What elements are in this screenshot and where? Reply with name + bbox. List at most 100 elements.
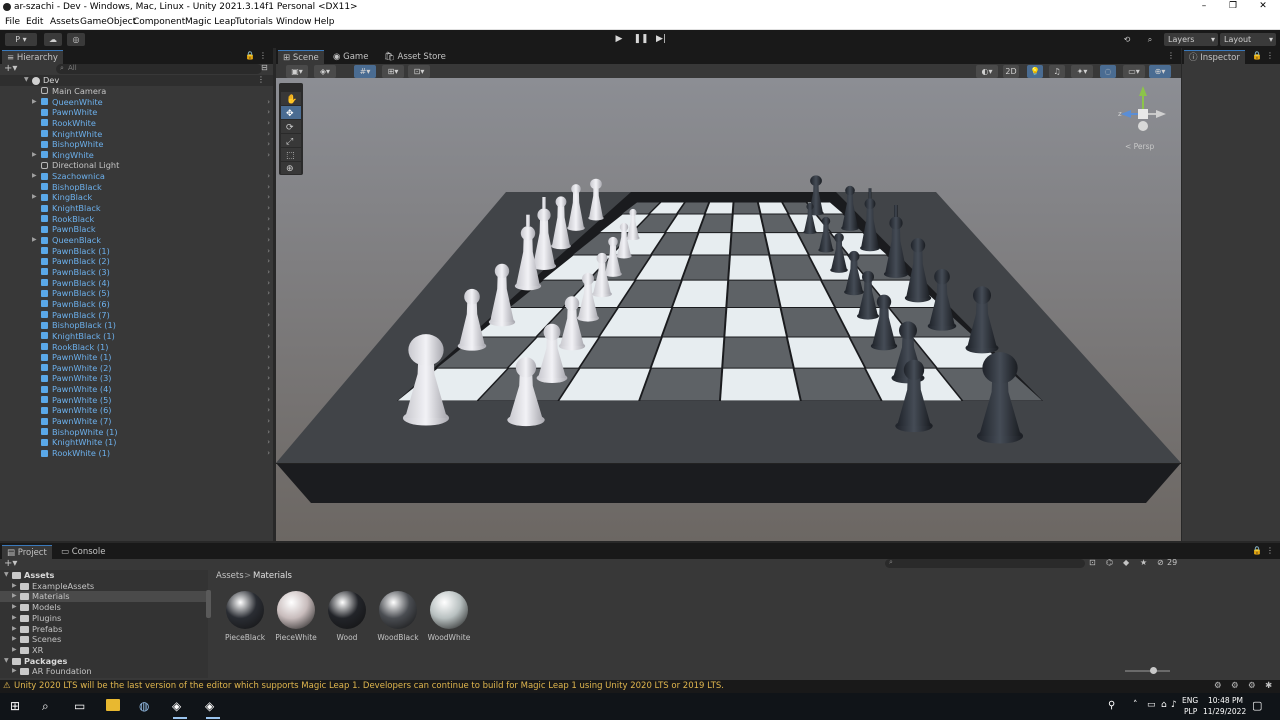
project-root-folder[interactable]: ▼ Assets [0, 570, 206, 581]
gizmos-dropdown[interactable]: ⊕▾ [1149, 65, 1171, 78]
open-prefab-icon[interactable]: › [267, 278, 270, 289]
volume-icon[interactable]: ♪ [1171, 700, 1177, 710]
open-prefab-icon[interactable]: › [267, 342, 270, 353]
filter-icon[interactable]: ⊟ [261, 63, 268, 72]
hierarchy-item[interactable]: Main Camera [0, 86, 273, 97]
hierarchy-item[interactable]: PawnBlack (7) › [0, 310, 273, 321]
expand-arrow-icon[interactable]: ▶ [12, 666, 17, 677]
hierarchy-item[interactable]: PawnWhite (2) › [0, 363, 273, 374]
minimize-button[interactable]: – [1194, 1, 1214, 14]
tab-scene[interactable]: ⊞ Scene [278, 50, 324, 65]
open-prefab-icon[interactable]: › [267, 373, 270, 384]
clock-date[interactable]: 11/29/2022 [1203, 707, 1246, 716]
locale-code[interactable]: PLP [1184, 707, 1197, 716]
tree-scrollbar[interactable] [206, 590, 211, 618]
hierarchy-item[interactable]: PawnBlack (5) › [0, 288, 273, 299]
expand-arrow-icon[interactable]: ▶ [12, 645, 17, 656]
hierarchy-item[interactable]: KnightBlack › [0, 203, 273, 214]
hierarchy-item[interactable]: RookWhite › [0, 118, 273, 129]
hierarchy-item[interactable]: PawnBlack (1) › [0, 246, 273, 257]
cache-icon[interactable]: ⚙ [1248, 680, 1256, 693]
step-icon[interactable]: ▶| [652, 33, 670, 46]
open-prefab-icon[interactable]: › [267, 118, 270, 129]
open-prefab-icon[interactable]: › [267, 384, 270, 395]
expand-arrow-icon[interactable]: ▶ [12, 634, 17, 645]
audio-toggle[interactable]: ♫ [1049, 65, 1065, 78]
expand-arrow-icon[interactable]: ▶ [32, 97, 40, 108]
more-options-icon[interactable]: ⋮ [1266, 546, 1274, 555]
expand-arrow-icon[interactable]: ▶ [12, 581, 17, 592]
expand-arrow-icon[interactable]: ▶ [32, 235, 40, 246]
tab-asset-store[interactable]: 🛍 Asset Store [379, 50, 451, 64]
hierarchy-item[interactable]: PawnBlack (3) › [0, 267, 273, 278]
open-prefab-icon[interactable]: › [267, 320, 270, 331]
open-prefab-icon[interactable]: › [267, 416, 270, 427]
scene-viewport[interactable]: z < Persp ✋ ✥ ⟳ ⤢ ⬚ ⊕ [276, 78, 1181, 541]
open-prefab-icon[interactable]: › [267, 352, 270, 363]
menu-component[interactable]: Component [133, 17, 185, 27]
open-prefab-icon[interactable]: › [267, 203, 270, 214]
open-prefab-icon[interactable]: › [267, 150, 270, 161]
hierarchy-item[interactable]: PawnBlack (6) › [0, 299, 273, 310]
menu-edit[interactable]: Edit [26, 17, 43, 27]
material-asset[interactable]: WoodBlack [376, 591, 420, 642]
hierarchy-item[interactable]: RookWhite (1) › [0, 448, 273, 459]
expand-arrow-icon[interactable]: ▼ [24, 75, 29, 86]
expand-arrow-icon[interactable]: ▶ [12, 591, 17, 602]
project-folder[interactable]: ▶ XR [0, 645, 206, 656]
hierarchy-item[interactable]: ▶ QueenBlack › [0, 235, 273, 246]
open-prefab-icon[interactable]: › [267, 224, 270, 235]
hierarchy-item[interactable]: BishopBlack (1) › [0, 320, 273, 331]
open-prefab-icon[interactable]: › [267, 437, 270, 448]
hierarchy-item[interactable]: PawnWhite (4) › [0, 384, 273, 395]
start-icon[interactable]: ⊞ [10, 699, 20, 713]
lighting-toggle[interactable]: 💡 [1027, 65, 1043, 78]
steam-icon[interactable]: ◍ [139, 699, 149, 713]
expand-arrow-icon[interactable]: ▶ [12, 602, 17, 613]
scene-root-row[interactable]: ▼ Dev ⋮ [0, 75, 273, 86]
more-options-icon[interactable]: ⋮ [259, 51, 267, 60]
hierarchy-search-input[interactable]: ⌕ All [56, 64, 262, 74]
lock-icon[interactable]: 🔒 [245, 51, 255, 60]
file-explorer-icon[interactable] [106, 699, 120, 711]
pause-icon[interactable]: ❚❚ [632, 33, 650, 46]
open-prefab-icon[interactable]: › [267, 171, 270, 182]
open-prefab-icon[interactable]: › [267, 427, 270, 438]
open-prefab-icon[interactable]: › [267, 331, 270, 342]
account-dropdown[interactable]: P ▾ [5, 33, 37, 46]
open-prefab-icon[interactable]: › [267, 107, 270, 118]
project-folder[interactable]: ▶ Plugins [0, 613, 206, 624]
auto-generate-lighting-icon[interactable]: ⚙ [1214, 680, 1222, 693]
play-icon[interactable]: ▶ [610, 33, 628, 46]
expand-arrow-icon[interactable]: ▶ [32, 150, 40, 161]
open-prefab-icon[interactable]: › [267, 405, 270, 416]
search-icon[interactable]: ⌕ [1142, 33, 1158, 46]
open-prefab-icon[interactable]: › [267, 246, 270, 257]
collapse-arrow-icon[interactable]: ▼ [4, 570, 9, 581]
menu-assets[interactable]: Assets [50, 17, 79, 27]
project-root-folder[interactable]: ▼ Packages [0, 656, 206, 667]
layout-dropdown[interactable]: Layout ▾ [1220, 33, 1276, 46]
hierarchy-item[interactable]: ▶ KingWhite › [0, 150, 273, 161]
hierarchy-item[interactable]: ▶ QueenWhite › [0, 97, 273, 108]
close-window-button[interactable]: ✕ [1253, 1, 1273, 14]
collapse-arrow-icon[interactable]: ▼ [4, 656, 9, 667]
hierarchy-item[interactable]: KnightBlack (1) › [0, 331, 273, 342]
expand-arrow-icon[interactable]: ▶ [32, 192, 40, 203]
lock-icon[interactable]: 🔒 [1252, 546, 1262, 555]
expand-arrow-icon[interactable]: ▶ [12, 613, 17, 624]
hierarchy-item[interactable]: PawnWhite (7) › [0, 416, 273, 427]
search-icon[interactable]: ⌕ [42, 699, 49, 714]
project-folder[interactable]: ▶ AR Foundation [0, 666, 206, 677]
tab-game[interactable]: ◉ Game [328, 50, 373, 64]
material-asset[interactable]: Wood [325, 591, 369, 642]
project-folder[interactable]: ▶ Scenes [0, 634, 206, 645]
material-asset[interactable]: PieceBlack [223, 591, 267, 642]
open-prefab-icon[interactable]: › [267, 182, 270, 193]
project-folder[interactable]: ▶ ExampleAssets [0, 581, 206, 592]
hierarchy-item[interactable]: PawnWhite (1) › [0, 352, 273, 363]
tab-console[interactable]: ▭ Console [56, 545, 110, 559]
menu-tutorials[interactable]: Tutorials [235, 17, 273, 27]
create-asset-button[interactable]: +▾ [4, 558, 17, 569]
notifications-icon[interactable]: ▢ [1252, 699, 1262, 712]
